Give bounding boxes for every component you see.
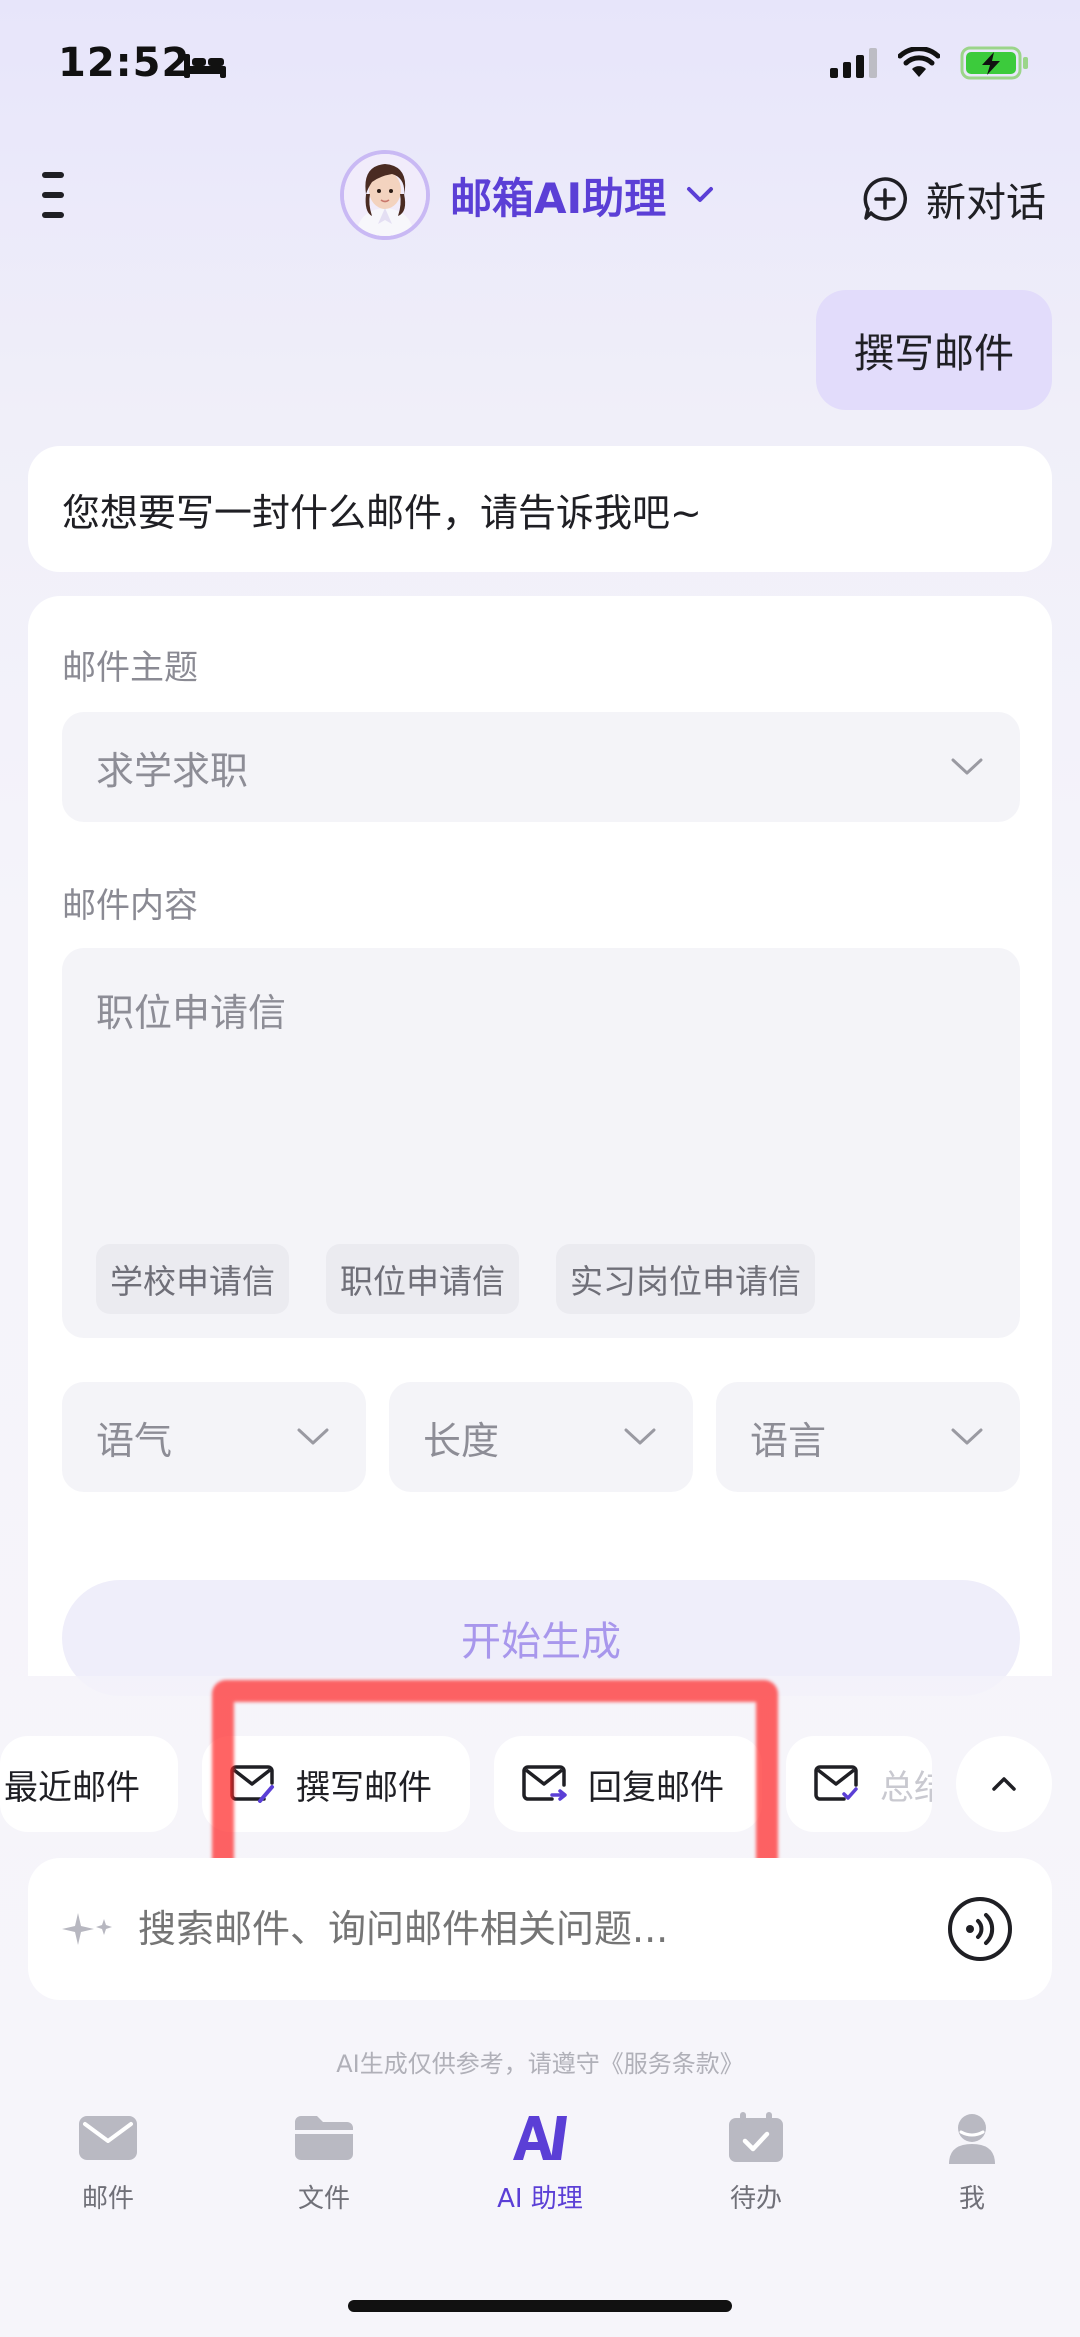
chevron-down-icon <box>951 758 983 775</box>
tab-label: 我 <box>958 2184 985 2214</box>
tone-select[interactable]: 语气 <box>62 1382 366 1492</box>
language-label: 语言 <box>750 1418 827 1463</box>
expand-actions-button[interactable] <box>956 1736 1052 1832</box>
tab-files[interactable]: 文件 <box>216 2110 432 2230</box>
subject-value: 求学求职 <box>96 748 249 793</box>
subject-select[interactable]: 求学求职 <box>62 712 1020 822</box>
voice-input-icon[interactable] <box>946 1895 1014 1963</box>
tab-mail[interactable]: 邮件 <box>0 2110 216 2230</box>
status-icons <box>830 46 1030 80</box>
compose-form-card: 邮件主题 求学求职 邮件内容 职位申请信 学校申请信 职位申请信 实习岗位申请信… <box>28 596 1052 1696</box>
tab-ai-assistant[interactable]: AI 助理 <box>432 2110 648 2230</box>
battery-charging-icon <box>960 46 1028 80</box>
calendar-check-icon <box>729 2112 783 2162</box>
subject-label: 邮件主题 <box>62 648 198 688</box>
sparkle-icon <box>62 1913 112 1945</box>
ai-disclaimer[interactable]: AI生成仅供参考，请遵守《服务条款》 <box>0 2044 1080 2079</box>
quick-action-recent-mail[interactable]: 最近邮件 <box>0 1736 178 1832</box>
tab-todo[interactable]: 待办 <box>648 2110 864 2230</box>
tab-label: AI 助理 <box>497 2184 583 2214</box>
content-textarea[interactable]: 职位申请信 学校申请信 职位申请信 实习岗位申请信 <box>62 948 1020 1338</box>
chevron-up-icon <box>992 1777 1016 1791</box>
quick-action-label: 最近邮件 <box>4 1767 140 1808</box>
menu-icon[interactable] <box>42 172 68 220</box>
summary-mail-icon <box>814 1765 858 1801</box>
home-indicator[interactable] <box>348 2300 732 2312</box>
tab-label: 文件 <box>297 2184 350 2214</box>
quick-action-summarize[interactable]: 总结 <box>786 1736 932 1832</box>
chip-internship-application[interactable]: 实习岗位申请信 <box>556 1244 815 1314</box>
chat-input-bar <box>28 1858 1052 2000</box>
ai-message-bubble: 您想要写一封什么邮件，请告诉我吧~ <box>28 446 1052 572</box>
folder-icon <box>295 2116 353 2160</box>
assistant-avatar <box>340 150 430 240</box>
language-select[interactable]: 语言 <box>716 1382 1020 1492</box>
bottom-tab-bar: 邮件 文件 AI 助理 待办 我 <box>0 2110 1080 2230</box>
new-chat-label: 新对话 <box>926 180 1046 226</box>
tab-label: 待办 <box>729 2184 782 2214</box>
quick-action-label: 总结 <box>880 1767 932 1808</box>
assistant-title: 邮箱AI助理 <box>450 173 667 223</box>
chip-school-application[interactable]: 学校申请信 <box>96 1244 289 1314</box>
sleep-focus-icon <box>184 54 226 78</box>
cellular-signal-icon <box>830 48 877 78</box>
wifi-icon <box>898 47 940 77</box>
chevron-down-icon <box>951 1428 983 1445</box>
user-message-bubble: 撰写邮件 <box>816 290 1052 410</box>
chevron-down-icon <box>687 187 714 202</box>
length-label: 长度 <box>423 1418 500 1463</box>
new-chat-icon <box>863 177 908 221</box>
ai-icon <box>513 2116 567 2160</box>
chevron-down-icon <box>297 1428 329 1445</box>
user-icon <box>949 2114 995 2164</box>
status-time: 12:52 <box>58 40 191 86</box>
content-value: 职位申请信 <box>96 991 287 1035</box>
chevron-down-icon <box>624 1428 656 1445</box>
tone-label: 语气 <box>96 1418 173 1463</box>
assistant-avatar-icon <box>344 154 426 236</box>
tab-label: 邮件 <box>81 2184 134 2214</box>
new-chat-button[interactable]: 新对话 <box>862 170 1046 228</box>
chip-job-application[interactable]: 职位申请信 <box>326 1244 519 1314</box>
length-select[interactable]: 长度 <box>389 1382 693 1492</box>
content-label: 邮件内容 <box>62 886 198 926</box>
mail-icon <box>79 2116 137 2160</box>
assistant-switcher[interactable]: 邮箱AI助理 <box>340 150 714 240</box>
tab-me[interactable]: 我 <box>864 2110 1080 2230</box>
search-input[interactable] <box>138 1907 946 1951</box>
